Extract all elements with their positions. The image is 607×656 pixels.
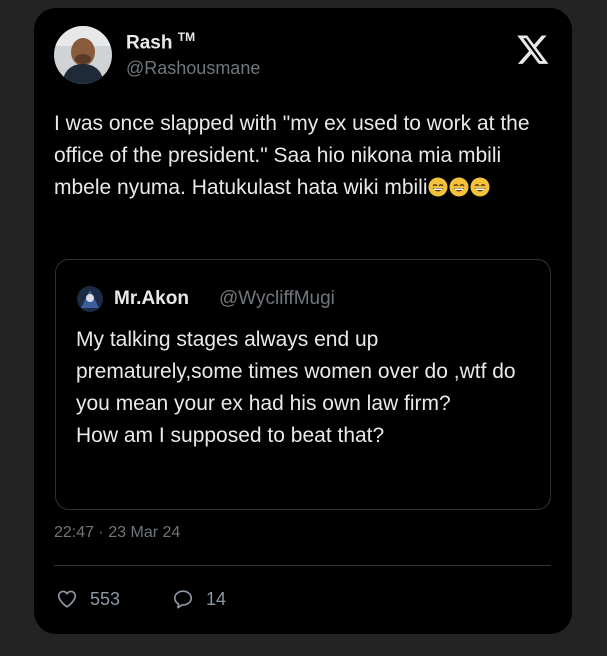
tweet-timestamp[interactable]: 22:47 · 23 Mar 24 xyxy=(54,524,180,542)
quoted-handle: @WycliffMugi xyxy=(219,288,335,309)
grinning-face-emoji xyxy=(449,175,469,197)
quoted-text-line-1: My talking stages always end up prematur… xyxy=(76,328,516,415)
author-avatar[interactable] xyxy=(54,26,112,84)
author-handle[interactable]: @Rashousmane xyxy=(126,58,260,79)
comment-icon xyxy=(173,590,193,609)
like-count: 553 xyxy=(90,588,121,609)
author-display-name[interactable]: Rash TM xyxy=(126,30,195,54)
quoted-text-line-2: How am I supposed to beat that? xyxy=(76,424,385,447)
quoted-display-name: Mr.Akon xyxy=(114,288,189,309)
divider xyxy=(54,565,551,566)
heart-icon xyxy=(57,590,77,608)
x-logo-icon[interactable] xyxy=(516,32,550,66)
reply-button[interactable]: 14 xyxy=(172,588,226,610)
like-button[interactable]: 553 xyxy=(56,588,120,610)
grinning-face-emoji xyxy=(428,175,448,197)
quoted-author-avatar xyxy=(77,286,103,312)
tweet-card: Rash TM @Rashousmane I was once slapped … xyxy=(34,8,572,634)
tweet-text: I was once slapped with "my ex used to w… xyxy=(54,108,554,204)
tm-badge: TM xyxy=(177,30,196,44)
grinning-face-emoji xyxy=(470,175,490,197)
quoted-tweet[interactable]: Mr.Akon @WycliffMugi My talking stages a… xyxy=(55,259,551,510)
reply-count: 14 xyxy=(206,588,227,609)
quoted-text: My talking stages always end up prematur… xyxy=(76,324,546,452)
